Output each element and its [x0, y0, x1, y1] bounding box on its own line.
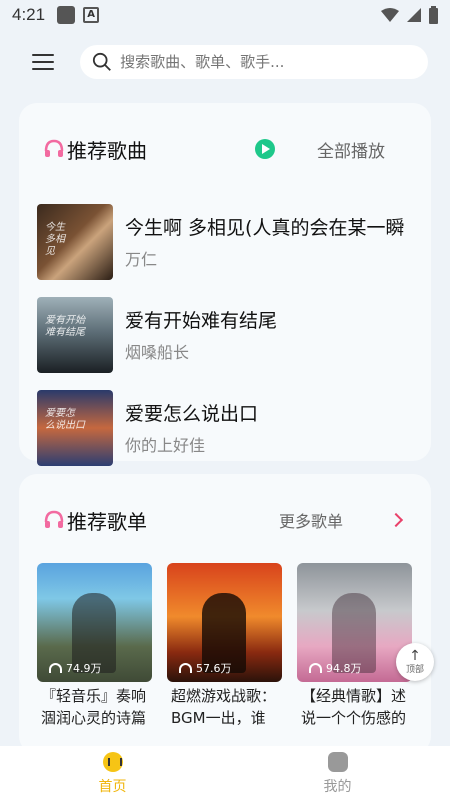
search-icon — [92, 52, 111, 71]
chevron-right-icon[interactable] — [388, 512, 404, 528]
headphone-icon — [49, 663, 62, 673]
playlist-item[interactable]: 94.8万 【经典情歌】述说一个个伤感的故事 — [297, 563, 412, 729]
home-icon[interactable] — [102, 751, 123, 772]
playlist-cover: 57.6万 — [167, 563, 282, 682]
play-count: 74.9万 — [66, 662, 102, 675]
play-all-button[interactable]: 全部播放 — [255, 137, 407, 162]
notification-icon — [57, 6, 76, 24]
song-title: 爱有开始难有结尾 — [125, 310, 278, 332]
playlist-name: 超燃游戏战歌：BGM一出，谁与争锋 — [171, 687, 277, 727]
app-notification-icon: A — [83, 7, 100, 23]
status-time: 4:21 — [12, 5, 46, 24]
section-title-playlists: 推荐歌单 — [67, 509, 147, 534]
headphone-icon — [179, 663, 192, 673]
playlist-name: 【经典情歌】述说一个个伤感的故事 — [301, 687, 407, 727]
bottom-nav: 首页 我的 — [0, 746, 450, 801]
nav-home[interactable]: 首页 — [0, 746, 225, 801]
song-title: 爱要怎么说出口 — [125, 403, 259, 425]
playlist-item[interactable]: 57.6万 超燃游戏战歌：BGM一出，谁与争锋 — [167, 563, 282, 729]
song-artist: 万仁 — [125, 250, 158, 269]
playlist-cover: 74.9万 — [37, 563, 152, 682]
nav-mine-label[interactable]: 我的 — [324, 776, 352, 796]
playlist-name: 『轻音乐』奏响涸润心灵的诗篇 — [41, 687, 147, 727]
playlist-cover: 94.8万 — [297, 563, 412, 682]
song-item[interactable]: 今生 多相见 今生啊 多相见(人真的会在某一瞬 万仁 — [19, 195, 431, 288]
back-to-top-label[interactable]: 顶部 — [406, 662, 424, 675]
more-playlists-button[interactable]: 更多歌单 — [279, 508, 407, 532]
recommended-songs-card: 推荐歌曲 全部播放 今生 多相见 今生啊 多相见(人真的会在某一瞬 万仁 爱有开始… — [19, 103, 431, 466]
song-artist: 你的上好佳 — [125, 436, 206, 455]
song-item[interactable]: 爱有开始 难有结尾 爱有开始难有结尾 烟嗓船长 — [19, 288, 431, 381]
play-icon[interactable] — [255, 139, 275, 159]
nav-mine[interactable]: 我的 — [225, 746, 450, 801]
song-cover: 今生 多相见 — [37, 203, 113, 280]
top-bar — [0, 30, 450, 94]
wifi-icon — [381, 8, 399, 22]
profile-icon[interactable] — [327, 751, 348, 772]
song-artist: 烟嗓船长 — [125, 343, 190, 362]
song-cover: 爱有开始 难有结尾 — [37, 296, 113, 373]
play-all-label[interactable]: 全部播放 — [317, 137, 385, 162]
battery-icon — [429, 6, 438, 24]
more-playlists-label[interactable]: 更多歌单 — [279, 508, 343, 532]
song-item[interactable]: 爱要怎 么说出口 爱要怎么说出口 你的上好佳 — [19, 381, 431, 474]
playlist-item[interactable]: 74.9万 『轻音乐』奏响涸润心灵的诗篇 — [37, 563, 152, 729]
menu-icon[interactable] — [32, 54, 54, 70]
nav-home-label[interactable]: 首页 — [99, 776, 127, 796]
search-input[interactable] — [120, 53, 416, 71]
signal-icon — [407, 8, 421, 22]
search-box[interactable] — [80, 45, 428, 79]
back-to-top-button[interactable]: ↑ 顶部 — [396, 643, 434, 681]
section-title-songs: 推荐歌曲 — [67, 138, 147, 163]
recommended-playlists-card: 推荐歌单 更多歌单 74.9万 『轻音乐』奏响涸润心灵的诗篇 57.6万 超燃游… — [19, 474, 431, 754]
status-bar: 4:21 A — [0, 0, 450, 30]
play-count: 94.8万 — [326, 662, 362, 675]
headphone-icon — [309, 663, 322, 673]
song-cover: 爱要怎 么说出口 — [37, 389, 113, 466]
headphone-icon — [44, 139, 64, 157]
play-count: 57.6万 — [196, 662, 232, 675]
headphone-icon — [44, 510, 64, 528]
song-title: 今生啊 多相见(人真的会在某一瞬 — [125, 217, 405, 239]
arrow-up-icon[interactable]: ↑ — [409, 649, 421, 663]
